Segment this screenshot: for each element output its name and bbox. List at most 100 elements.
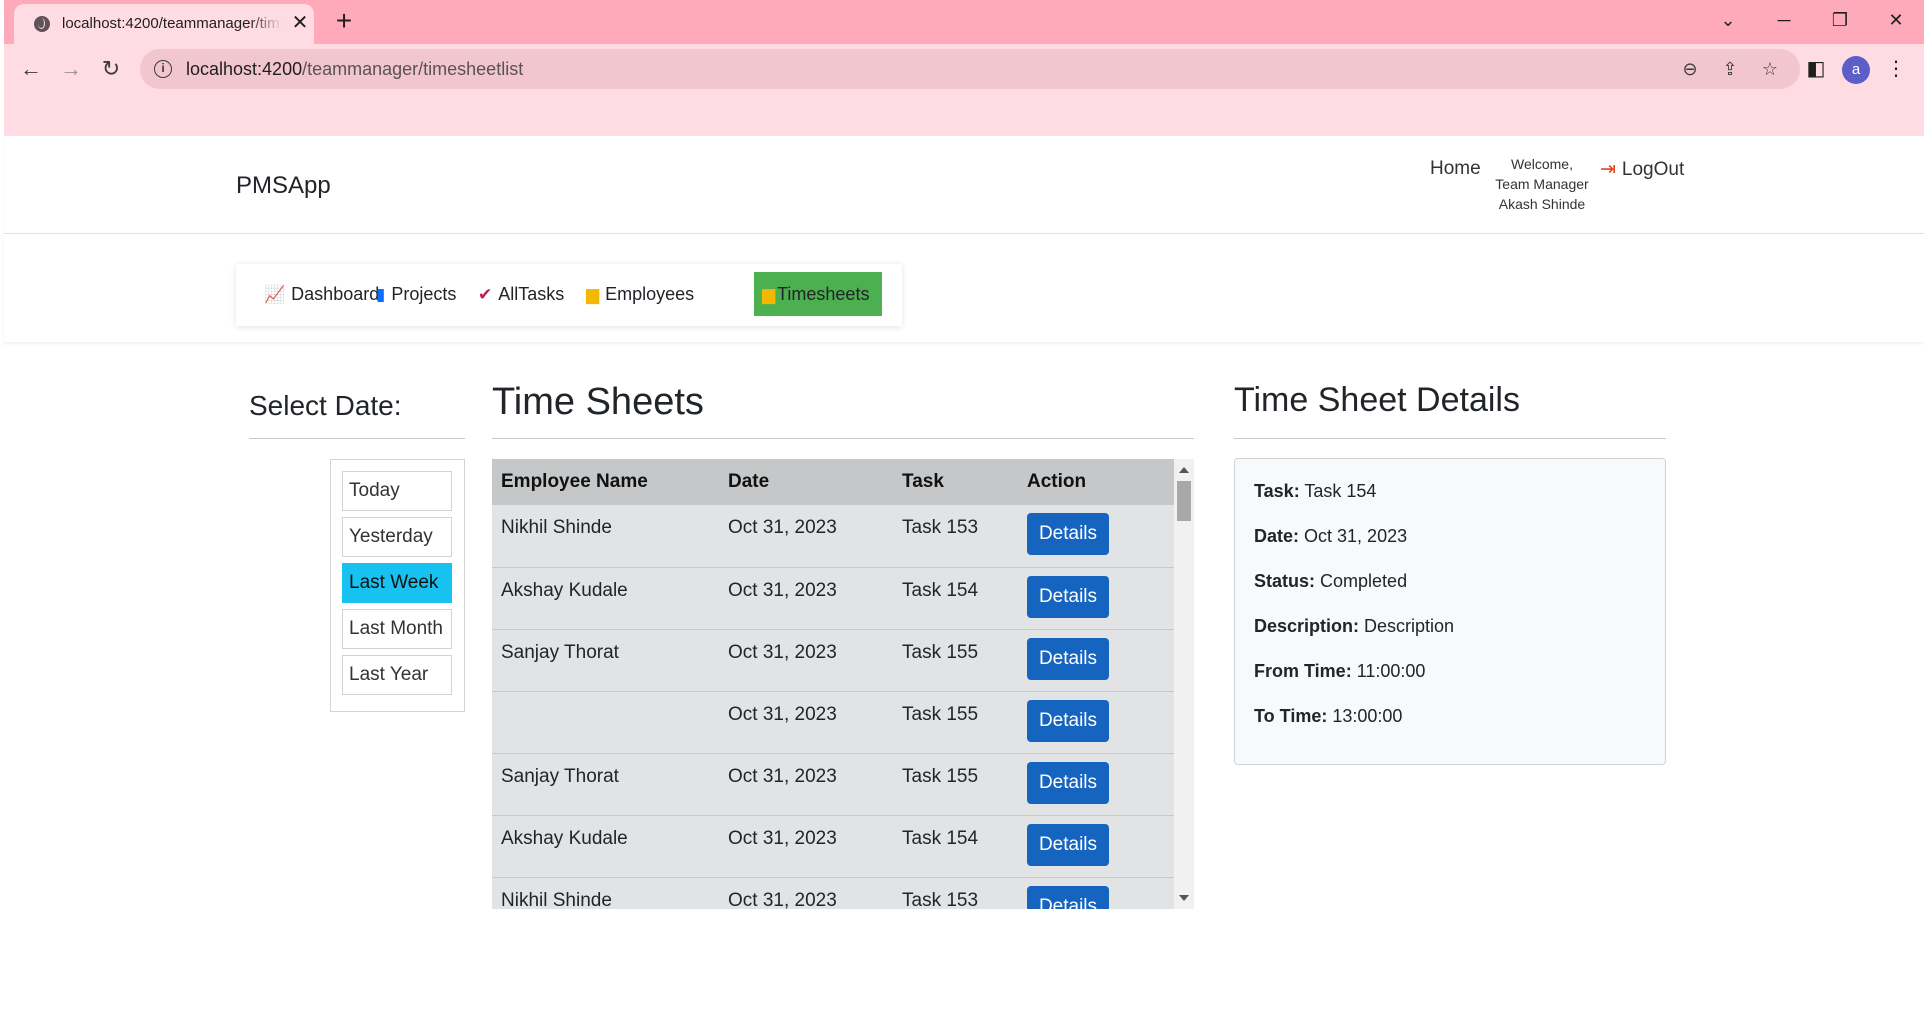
details-button[interactable]: Details — [1027, 762, 1109, 804]
table-row: Akshay Kudale Oct 31, 2023 Task 154 Deta… — [492, 567, 1174, 629]
timesheets-table[interactable]: Employee Name Date Task Action Nikhil Sh… — [492, 459, 1194, 909]
row-date: Oct 31, 2023 — [728, 580, 837, 601]
browser-toolbar: ← → ↻ i localhost:4200/teammanager/times… — [4, 44, 1924, 94]
date-filter-list: Today Yesterday Last Week Last Month Las… — [330, 459, 465, 712]
nav-projects[interactable]: ▮ Projects — [366, 272, 466, 316]
date-option-yesterday[interactable]: Yesterday — [342, 517, 452, 557]
row-task: Task 153 — [902, 517, 979, 538]
row-task: Task 154 — [902, 828, 979, 849]
column-header: Action — [1027, 471, 1087, 492]
bookmark-star-icon[interactable]: ☆ — [1758, 57, 1782, 81]
row-task: Task 153 — [902, 890, 979, 909]
detail-date: Date: Oct 31, 2023 — [1254, 526, 1408, 546]
details-button[interactable]: Details — [1027, 824, 1109, 866]
scroll-thumb[interactable] — [1177, 481, 1191, 521]
table-row: Nikhil Shinde Oct 31, 2023 Task 153 Deta… — [492, 505, 1174, 567]
date-option-last-week[interactable]: Last Week — [342, 563, 452, 603]
detail-to-time: To Time: 13:00:00 — [1254, 706, 1403, 726]
detail-status: Status: Completed — [1254, 571, 1408, 591]
employee-name: Akshay Kudale — [501, 828, 628, 849]
employee-name: Sanjay Thorat — [501, 642, 619, 663]
select-date-heading: Select Date: — [249, 390, 402, 421]
table-row: Akshay Kudale Oct 31, 2023 Task 154 Deta… — [492, 815, 1174, 877]
back-arrow-icon[interactable]: ← — [16, 54, 46, 84]
scroll-down-arrow-icon[interactable] — [1179, 895, 1189, 901]
table-row: Sanjay Thorat Oct 31, 2023 Task 155 Deta… — [492, 629, 1174, 691]
details-heading: Time Sheet Details — [1234, 381, 1520, 419]
close-window-button[interactable]: ✕ — [1876, 8, 1916, 32]
row-task: Task 155 — [902, 766, 979, 787]
minimize-button[interactable]: ─ — [1764, 8, 1804, 32]
app-navbar: PMSApp Home Welcome, Team Manager Akash … — [4, 136, 1924, 234]
details-button[interactable]: Details — [1027, 886, 1109, 909]
row-task: Task 154 — [902, 580, 979, 601]
table-row: Oct 31, 2023 Task 155 Details — [492, 691, 1174, 753]
side-panel-icon[interactable]: ◧ — [1804, 57, 1828, 81]
welcome-text: Welcome, Team Manager Akash Shinde — [1495, 156, 1589, 212]
column-header: Date — [728, 471, 770, 492]
close-tab-icon[interactable]: ✕ — [290, 13, 310, 33]
detail-task: Task: Task 154 — [1254, 481, 1377, 501]
nav-timesheets[interactable]: ▆ Timesheets — [754, 272, 882, 316]
table-row: Nikhil Shinde Oct 31, 2023 Task 153 Deta… — [492, 877, 1174, 909]
employee-name: Nikhil Shinde — [501, 517, 612, 538]
clipboard-icon: ▮ — [376, 285, 386, 304]
row-date: Oct 31, 2023 — [728, 517, 837, 538]
calendar-icon: ▆ — [762, 285, 776, 304]
details-button[interactable]: Details — [1027, 513, 1109, 555]
site-info-icon[interactable]: i — [154, 60, 172, 78]
row-date: Oct 31, 2023 — [728, 766, 837, 787]
employee-name: Sanjay Thorat — [501, 766, 619, 787]
check-icon: ✔ — [478, 285, 493, 304]
section-nav-bar: 📈 Dashboard ▮ Projects ✔ AllTasks ▆ Employee… — [4, 234, 1924, 342]
forward-arrow-icon[interactable]: → — [56, 54, 86, 84]
details-button[interactable]: Details — [1027, 700, 1109, 742]
nav-alltasks[interactable]: ✔ AllTasks — [468, 272, 574, 316]
date-option-last-year[interactable]: Last Year — [342, 655, 452, 695]
detail-description: Description: Description — [1254, 616, 1455, 636]
reload-icon[interactable]: ↻ — [96, 54, 126, 84]
restore-button[interactable]: ❐ — [1820, 8, 1860, 32]
chart-line-icon: 📈 — [264, 285, 286, 304]
brand-logo[interactable]: PMSApp — [236, 172, 331, 200]
logout-link[interactable]: ⇥ LogOut — [1600, 158, 1684, 181]
chevron-down-icon[interactable]: ⌄ — [1708, 8, 1748, 32]
detail-from-time: From Time: 11:00:00 — [1254, 661, 1426, 681]
details-button[interactable]: Details — [1027, 638, 1109, 680]
row-task: Task 155 — [902, 704, 979, 725]
row-date: Oct 31, 2023 — [728, 704, 837, 725]
column-header: Task — [902, 471, 944, 492]
date-option-last-month[interactable]: Last Month — [342, 609, 452, 649]
details-card: Task: Task 154 Date: Oct 31, 2023 Status… — [1234, 458, 1666, 765]
calendar-icon: ▆ — [586, 285, 600, 304]
zoom-icon[interactable]: ⊖ — [1678, 57, 1702, 81]
column-header: Employee Name — [501, 471, 648, 492]
divider — [492, 438, 1194, 439]
divider — [1234, 438, 1666, 439]
url-text[interactable]: localhost:4200/teammanager/timesheetlist — [186, 59, 523, 80]
row-date: Oct 31, 2023 — [728, 828, 837, 849]
menu-kebab-icon[interactable]: ⋮ — [1884, 57, 1908, 81]
employee-name: Nikhil Shinde — [501, 890, 612, 909]
share-icon[interactable]: ⇪ — [1718, 57, 1742, 81]
timesheets-heading: Time Sheets — [492, 381, 704, 423]
profile-avatar[interactable]: a — [1842, 56, 1870, 84]
row-date: Oct 31, 2023 — [728, 642, 837, 663]
browser-tab[interactable]: localhost:4200/teammanager/timesheetlist… — [14, 4, 314, 44]
divider — [249, 438, 465, 439]
row-task: Task 155 — [902, 642, 979, 663]
details-button[interactable]: Details — [1027, 576, 1109, 618]
new-tab-button[interactable]: + — [330, 7, 358, 36]
nav-employees[interactable]: ▆ Employees — [576, 272, 704, 316]
address-bar[interactable]: i localhost:4200/teammanager/timesheetli… — [140, 49, 1800, 89]
date-option-today[interactable]: Today — [342, 471, 452, 511]
employee-name: Akshay Kudale — [501, 580, 628, 601]
home-link[interactable]: Home — [1430, 158, 1481, 180]
globe-icon — [34, 16, 50, 32]
table-header: Employee Name Date Task Action — [492, 459, 1174, 505]
sign-out-icon: ⇥ — [1600, 159, 1616, 180]
scroll-up-arrow-icon[interactable] — [1179, 467, 1189, 473]
table-scrollbar[interactable] — [1174, 459, 1194, 909]
row-date: Oct 31, 2023 — [728, 890, 837, 909]
tab-strip: localhost:4200/teammanager/timesheetlist… — [4, 0, 1924, 44]
